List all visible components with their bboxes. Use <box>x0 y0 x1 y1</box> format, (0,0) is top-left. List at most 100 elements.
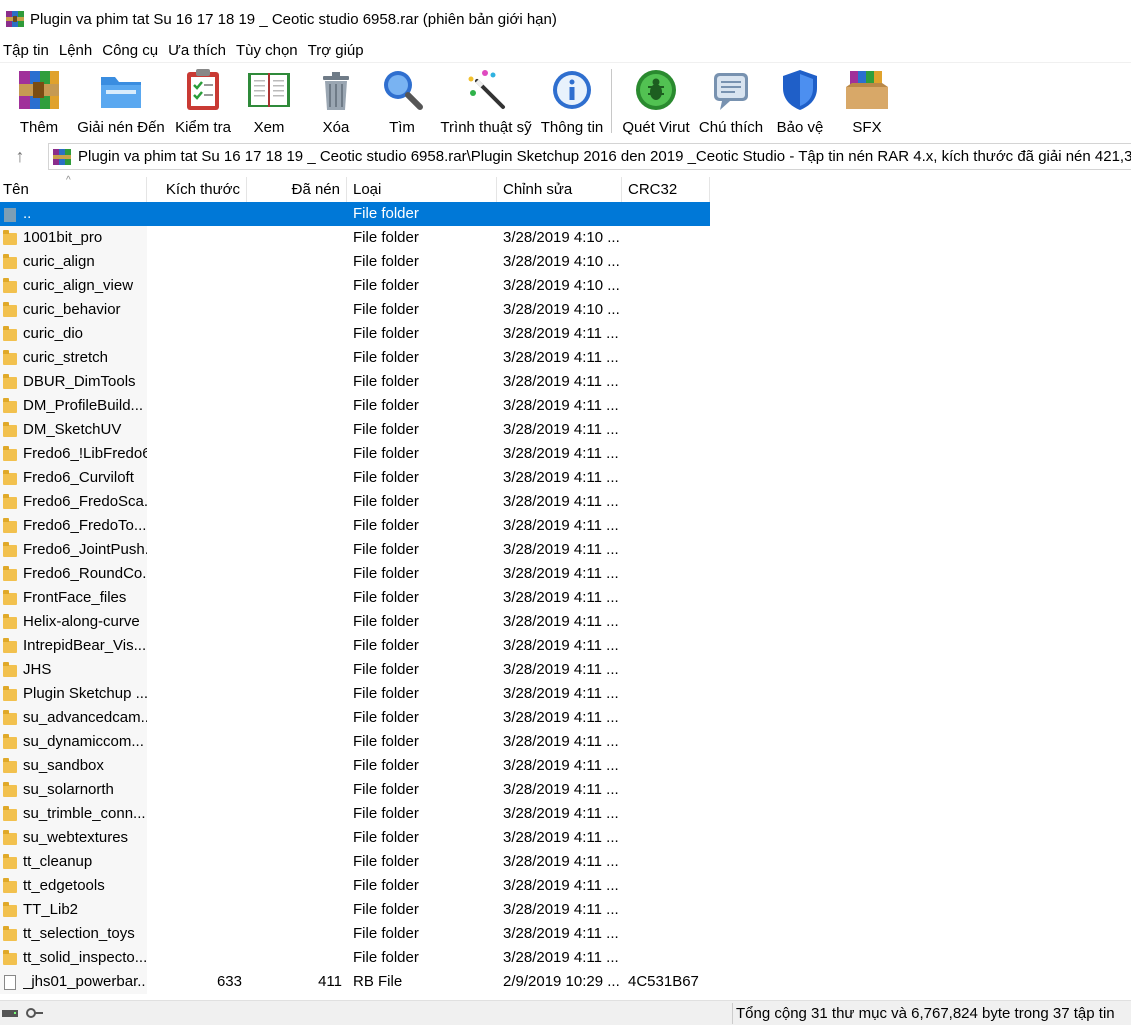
file-type: File folder <box>353 397 419 414</box>
file-size <box>148 922 242 946</box>
view-button[interactable]: Xem <box>244 67 294 139</box>
list-item[interactable]: curic_align File folder 3/28/2019 4:10 ... <box>0 250 710 274</box>
address-bar: ↑ Plugin va phim tat Su 16 17 18 19 _ Ce… <box>0 140 1131 172</box>
list-item[interactable]: JHS File folder 3/28/2019 4:11 ... <box>0 658 710 682</box>
file-type: File folder <box>353 757 419 774</box>
list-item[interactable]: DM_SketchUV File folder 3/28/2019 4:11 ... <box>0 418 710 442</box>
winrar-app-icon[interactable] <box>5 9 25 29</box>
menu-file[interactable]: Tập tin <box>0 42 53 59</box>
list-item[interactable]: su_webtextures File folder 3/28/2019 4:11 … <box>0 826 710 850</box>
file-name: JHS <box>23 661 52 678</box>
file-packed-size <box>246 730 342 754</box>
extract-to-button[interactable]: Giải nén Đến <box>76 67 166 139</box>
wizard-button[interactable]: Trình thuật sỹ <box>440 67 532 139</box>
file-name: tt_solid_inspecto... <box>23 949 147 966</box>
folder-icon <box>2 950 18 966</box>
column-header-modified[interactable]: Chỉnh sửa <box>497 177 622 202</box>
list-item[interactable]: curic_stretch File folder 3/28/2019 4:11 .… <box>0 346 710 370</box>
list-item-parent-folder[interactable]: .. File folder <box>0 202 710 226</box>
list-item[interactable]: Fredo6_!LibFredo6 File folder 3/28/2019 4:… <box>0 442 710 466</box>
file-packed-size <box>246 922 342 946</box>
extract-folder-icon <box>98 67 144 113</box>
find-button[interactable]: Tìm <box>379 67 425 139</box>
file-crc32 <box>628 250 708 274</box>
column-header-crc32[interactable]: CRC32 <box>622 177 710 202</box>
menu-favorites[interactable]: Ưa thích <box>164 42 230 59</box>
column-header-name[interactable]: ^ Tên <box>0 175 147 202</box>
up-arrow-icon[interactable]: ↑ <box>8 144 32 168</box>
list-item[interactable]: Fredo6_FredoSca... File folder 3/28/2019 4… <box>0 490 710 514</box>
list-item[interactable]: su_dynamiccom... File folder 3/28/2019 4:1… <box>0 730 710 754</box>
file-modified: 3/28/2019 4:11 ... <box>503 877 619 894</box>
comment-button[interactable]: Chú thích <box>698 67 764 139</box>
sfx-button[interactable]: SFX <box>843 67 891 139</box>
list-item[interactable]: Fredo6_JointPush... File folder 3/28/2019 … <box>0 538 710 562</box>
add-label: Thêm <box>19 119 59 136</box>
column-header-type[interactable]: Loại <box>347 177 497 202</box>
file-crc32 <box>628 658 708 682</box>
delete-button[interactable]: Xóa <box>313 67 359 139</box>
test-button[interactable]: Kiểm tra <box>172 67 234 139</box>
list-item[interactable]: IntrepidBear_Vis... File folder 3/28/2019 … <box>0 634 710 658</box>
file-type: File folder <box>353 253 419 270</box>
list-item[interactable]: su_trimble_conn... File folder 3/28/2019 4… <box>0 802 710 826</box>
list-item[interactable]: DM_ProfileBuild... File folder 3/28/2019 4… <box>0 394 710 418</box>
column-header-size[interactable]: Kích thước <box>147 177 247 202</box>
menu-commands[interactable]: Lệnh <box>55 42 96 59</box>
list-item[interactable]: _jhs01_powerbar.... 633 411 RB File 2/9/2019… <box>0 970 710 994</box>
virus-scan-button[interactable]: Quét Virut <box>620 67 692 139</box>
file-type: File folder <box>353 733 419 750</box>
file-crc32 <box>628 562 708 586</box>
list-item[interactable]: curic_behavior File folder 3/28/2019 4:10 … <box>0 298 710 322</box>
file-packed-size <box>246 250 342 274</box>
find-label: Tìm <box>389 119 415 136</box>
status-separator <box>732 1003 733 1024</box>
list-item[interactable]: Fredo6_FredoTo... File folder 3/28/2019 4:… <box>0 514 710 538</box>
file-crc32 <box>628 946 708 970</box>
list-item[interactable]: tt_selection_toys File folder 3/28/2019 4:… <box>0 922 710 946</box>
file-crc32 <box>628 274 708 298</box>
list-item[interactable]: Fredo6_RoundCo... File folder 3/28/2019 4:… <box>0 562 710 586</box>
file-modified: 3/28/2019 4:10 ... <box>503 277 620 294</box>
list-item[interactable]: su_sandbox File folder 3/28/2019 4:11 ... <box>0 754 710 778</box>
file-modified: 3/28/2019 4:11 ... <box>503 517 619 534</box>
info-button[interactable]: Thông tin <box>540 67 604 139</box>
menu-help[interactable]: Trợ giúp <box>304 42 368 59</box>
add-button[interactable]: Thêm <box>16 67 62 139</box>
menu-tools[interactable]: Công cụ <box>98 42 162 59</box>
menu-options[interactable]: Tùy chọn <box>232 42 302 59</box>
list-item[interactable]: FrontFace_files File folder 3/28/2019 4:11… <box>0 586 710 610</box>
list-item[interactable]: DBUR_DimTools File folder 3/28/2019 4:11 .… <box>0 370 710 394</box>
list-item[interactable]: tt_solid_inspecto... File folder 3/28/2019… <box>0 946 710 970</box>
file-name: TT_Lib2 <box>23 901 79 918</box>
list-item[interactable]: su_advancedcam... File folder 3/28/2019 4:… <box>0 706 710 730</box>
file-name: curic_behavior <box>23 301 121 318</box>
list-item[interactable]: tt_cleanup File folder 3/28/2019 4:11 ... <box>0 850 710 874</box>
column-header-packed[interactable]: Đã nén <box>247 177 347 202</box>
file-crc32 <box>628 346 708 370</box>
list-item[interactable]: TT_Lib2 File folder 3/28/2019 4:11 ... <box>0 898 710 922</box>
folder-icon <box>2 326 18 342</box>
list-item[interactable]: 1001bit_pro File folder 3/28/2019 4:10 ... <box>0 226 710 250</box>
list-item[interactable]: su_solarnorth File folder 3/28/2019 4:11 .… <box>0 778 710 802</box>
file-modified: 3/28/2019 4:11 ... <box>503 637 619 654</box>
address-path-field[interactable]: Plugin va phim tat Su 16 17 18 19 _ Ceot… <box>48 143 1131 170</box>
file-packed-size <box>246 874 342 898</box>
file-type: File folder <box>353 493 419 510</box>
file-size <box>148 850 242 874</box>
list-item[interactable]: curic_align_view File folder 3/28/2019 4:1… <box>0 274 710 298</box>
test-clipboard-icon <box>180 67 226 113</box>
list-item[interactable]: Plugin Sketchup ... File folder 3/28/2019 … <box>0 682 710 706</box>
file-type: File folder <box>353 325 419 342</box>
list-item[interactable]: Helix-along-curve File folder 3/28/2019 4:… <box>0 610 710 634</box>
protect-button[interactable]: Bảo vệ <box>777 67 823 139</box>
file-type: File folder <box>353 709 419 726</box>
list-item[interactable]: tt_edgetools File folder 3/28/2019 4:11 ..… <box>0 874 710 898</box>
comment-label: Chú thích <box>698 119 764 136</box>
file-list-header: ^ Tên Kích thước Đã nén Loại Chỉnh sửa C… <box>0 175 710 202</box>
list-item[interactable]: Fredo6_Curviloft File folder 3/28/2019 4:1… <box>0 466 710 490</box>
file-modified: 3/28/2019 4:10 ... <box>503 301 620 318</box>
list-item[interactable]: curic_dio File folder 3/28/2019 4:11 ... <box>0 322 710 346</box>
file-size <box>148 778 242 802</box>
file-type: File folder <box>353 805 419 822</box>
